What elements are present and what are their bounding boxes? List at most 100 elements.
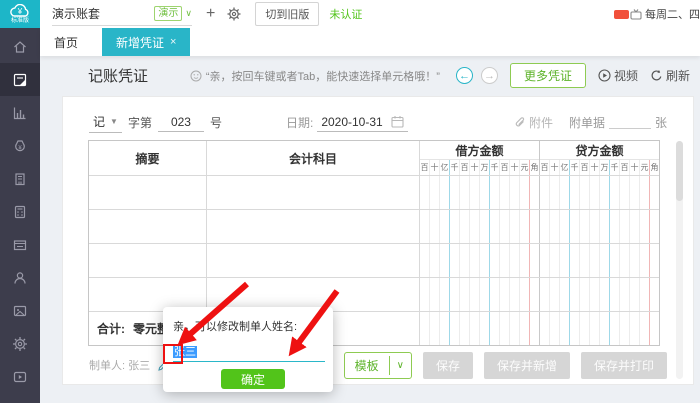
tab-home[interactable]: 首页 [40, 28, 92, 56]
attach-docs-label: 附单据 [568, 115, 605, 130]
live-broadcast-link[interactable]: 每周二、四财税课 [614, 6, 700, 22]
refresh-icon [651, 70, 662, 81]
debit-amount-cell[interactable] [420, 176, 540, 209]
more-vouchers-button[interactable]: 更多凭证 [509, 63, 586, 88]
header-summary: 摘要 [89, 141, 207, 175]
digit-cell [550, 210, 560, 243]
voucher-number-input[interactable]: 023 [157, 113, 204, 132]
digit-cell [500, 244, 510, 277]
digit-cell [650, 176, 659, 209]
digit-label: 亿 [560, 160, 570, 175]
subject-cell[interactable] [207, 176, 420, 209]
digit-cell [590, 210, 600, 243]
table-header: 摘要 会计科目 借方金额 百十亿千百十万千百十元角 贷方金额 百十亿千百十万千百… [89, 141, 659, 175]
digit-cell [430, 244, 440, 277]
building-icon [15, 172, 25, 185]
save-and-new-button[interactable]: 保存并新增 [483, 351, 570, 379]
next-voucher-button[interactable]: → [480, 67, 498, 84]
close-tab-icon[interactable]: × [170, 36, 176, 48]
date-input[interactable]: 2020-10-31 [317, 113, 408, 132]
date-label: 日期: [285, 115, 314, 130]
sidebar-item-assets[interactable] [0, 162, 40, 195]
digit-cell [470, 312, 480, 345]
digit-cell [440, 312, 450, 345]
subject-cell[interactable] [207, 210, 420, 243]
digit-cell [450, 278, 460, 311]
credit-amount-cell[interactable] [540, 278, 659, 311]
sidebar-item-tutorial[interactable] [0, 360, 40, 393]
digit-cell [480, 176, 490, 209]
save-button[interactable]: 保存 [422, 351, 473, 379]
settings-gear-icon[interactable] [227, 7, 241, 21]
digit-cell [460, 210, 470, 243]
voucher-word-select[interactable]: 记 ▼ [89, 111, 122, 133]
sidebar-item-voucher[interactable] [0, 63, 40, 96]
page-header: 记账凭证 “亲，按回车键或者Tab，能快速选择单元格哦！” ← → 更多凭证 视… [40, 56, 700, 94]
save-and-print-button[interactable]: 保存并打印 [580, 351, 667, 379]
digit-cell [460, 176, 470, 209]
attachment-button[interactable]: 附件 [514, 114, 553, 131]
digit-cell [500, 278, 510, 311]
sidebar-item-reports[interactable] [0, 96, 40, 129]
digit-cell [430, 312, 440, 345]
digit-cell [500, 176, 510, 209]
not-certified-link[interactable]: 未认证 [329, 6, 362, 22]
debit-amount-cell[interactable] [420, 244, 540, 277]
account-name-select[interactable]: 演示账套 演示 ∨ [52, 2, 192, 26]
digit-label: 百 [500, 160, 510, 175]
digit-cell [520, 278, 530, 311]
refresh-link[interactable]: 刷新 [650, 67, 690, 84]
digit-cell [550, 244, 560, 277]
digit-cell [560, 312, 570, 345]
switch-old-version-button[interactable]: 切到旧版 [255, 2, 320, 26]
summary-cell[interactable] [89, 176, 207, 209]
digit-cell [490, 312, 500, 345]
sidebar-item-invoice[interactable] [0, 228, 40, 261]
voucher-meta: 记 ▼ 字第 023 号 日期: 2020-10-31 附件 附单据 张 [63, 107, 693, 137]
digit-cell [560, 244, 570, 277]
digit-cell [540, 210, 550, 243]
digit-cell [650, 244, 659, 277]
subject-cell[interactable] [207, 244, 420, 277]
template-button[interactable]: 模板 ∨ [343, 351, 412, 379]
credit-amount-cell[interactable] [540, 176, 659, 209]
digit-cell [640, 244, 650, 277]
digit-cell [640, 176, 650, 209]
sidebar-item-salary[interactable] [0, 195, 40, 228]
digit-cell [530, 210, 539, 243]
preparer-name-input[interactable]: 张三 [173, 343, 325, 362]
total-credit-cell [540, 312, 659, 345]
chevron-down-icon[interactable]: ∨ [388, 355, 411, 375]
digit-cell [440, 278, 450, 311]
credit-amount-cell[interactable] [540, 244, 659, 277]
prev-voucher-button[interactable]: ← [455, 67, 473, 84]
header-credit-group: 贷方金额 百十亿千百十万千百十元角 [540, 141, 659, 175]
summary-cell[interactable] [89, 244, 207, 277]
video-icon [13, 371, 27, 382]
credit-amount-cell[interactable] [540, 210, 659, 243]
attach-count-input[interactable] [608, 115, 651, 129]
video-link[interactable]: 视频 [598, 67, 638, 84]
digit-cell [570, 244, 580, 277]
digit-cell [630, 244, 640, 277]
confirm-button[interactable]: 确定 [221, 369, 285, 389]
debit-amount-cell[interactable] [420, 210, 540, 243]
digit-cell [430, 176, 440, 209]
tab-new-voucher[interactable]: 新增凭证 × [102, 28, 191, 56]
digit-cell [570, 210, 580, 243]
app-logo[interactable]: ¥ 标准版 [0, 0, 40, 28]
sidebar-item-funds[interactable]: ¥ [0, 129, 40, 162]
sidebar-item-settings[interactable] [0, 327, 40, 360]
sidebar-item-social[interactable] [0, 261, 40, 294]
digit-cell [560, 278, 570, 311]
digit-cell [650, 210, 659, 243]
sidebar-item-checkout[interactable] [0, 294, 40, 327]
debit-amount-cell[interactable] [420, 278, 540, 311]
digit-cell [420, 312, 430, 345]
add-account-button[interactable]: + [206, 5, 215, 23]
table-scrollbar[interactable] [676, 141, 683, 379]
sidebar-item-home[interactable] [0, 30, 40, 63]
digit-cell [580, 176, 590, 209]
logo-label: 标准版 [10, 18, 29, 24]
summary-cell[interactable] [89, 210, 207, 243]
